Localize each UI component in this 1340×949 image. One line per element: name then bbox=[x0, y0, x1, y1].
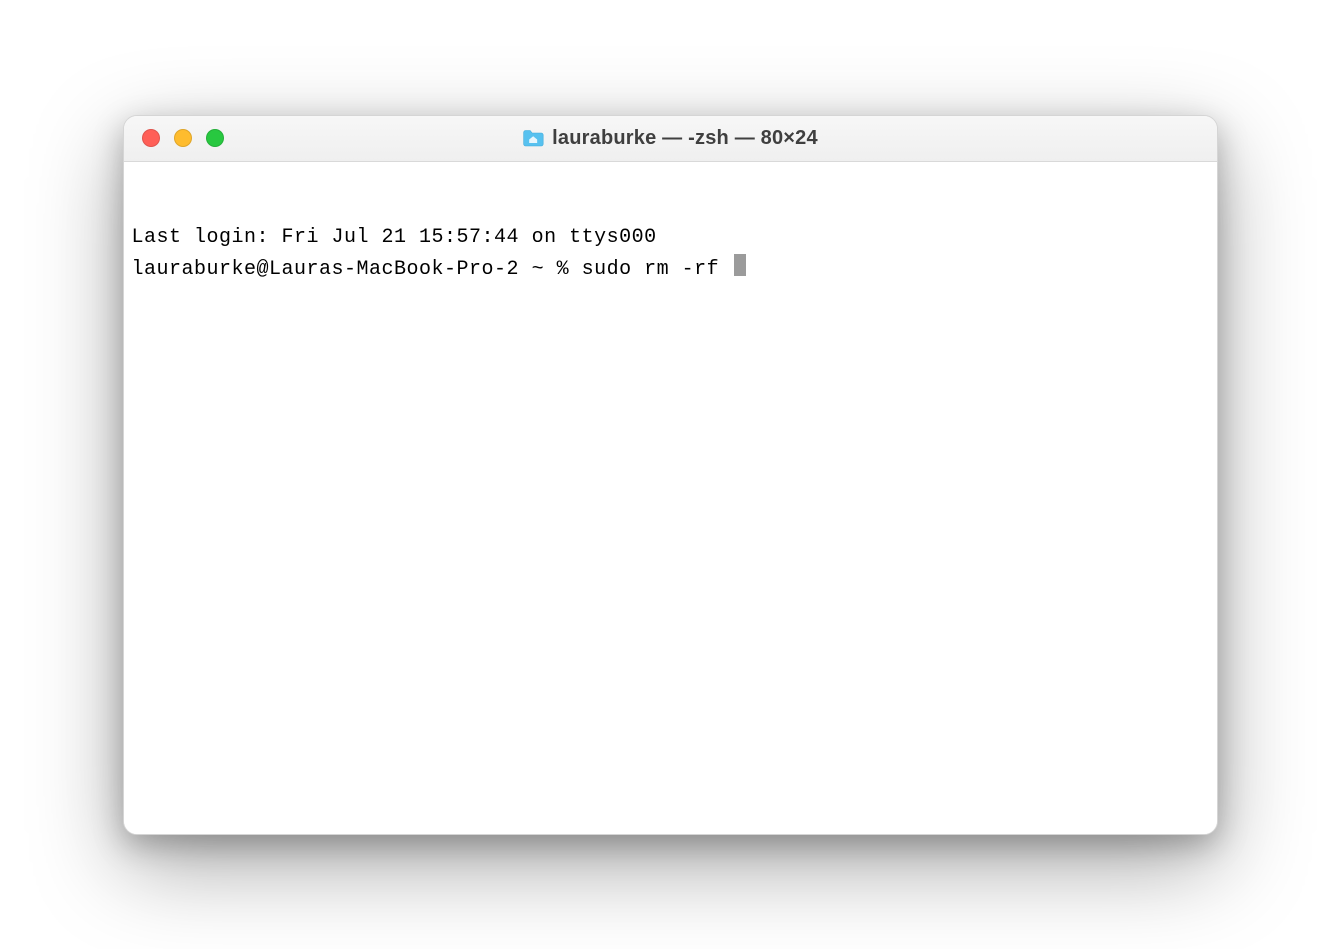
last-login-line: Last login: Fri Jul 21 15:57:44 on ttys0… bbox=[132, 224, 1209, 252]
home-folder-icon bbox=[522, 129, 544, 147]
window-titlebar[interactable]: lauraburke — -zsh — 80×24 bbox=[124, 116, 1217, 162]
terminal-window: lauraburke — -zsh — 80×24 Last login: Fr… bbox=[123, 115, 1218, 835]
shell-prompt: lauraburke@Lauras-MacBook-Pro-2 ~ % bbox=[132, 256, 582, 284]
close-button[interactable] bbox=[142, 129, 160, 147]
minimize-button[interactable] bbox=[174, 129, 192, 147]
prompt-line[interactable]: lauraburke@Lauras-MacBook-Pro-2 ~ % sudo… bbox=[132, 252, 1209, 284]
maximize-button[interactable] bbox=[206, 129, 224, 147]
typed-command: sudo rm -rf bbox=[582, 256, 732, 284]
traffic-lights bbox=[124, 129, 224, 147]
cursor bbox=[734, 254, 746, 276]
window-title-text: lauraburke — -zsh — 80×24 bbox=[552, 127, 818, 150]
terminal-body[interactable]: Last login: Fri Jul 21 15:57:44 on ttys0… bbox=[124, 162, 1217, 834]
window-title: lauraburke — -zsh — 80×24 bbox=[522, 127, 818, 150]
